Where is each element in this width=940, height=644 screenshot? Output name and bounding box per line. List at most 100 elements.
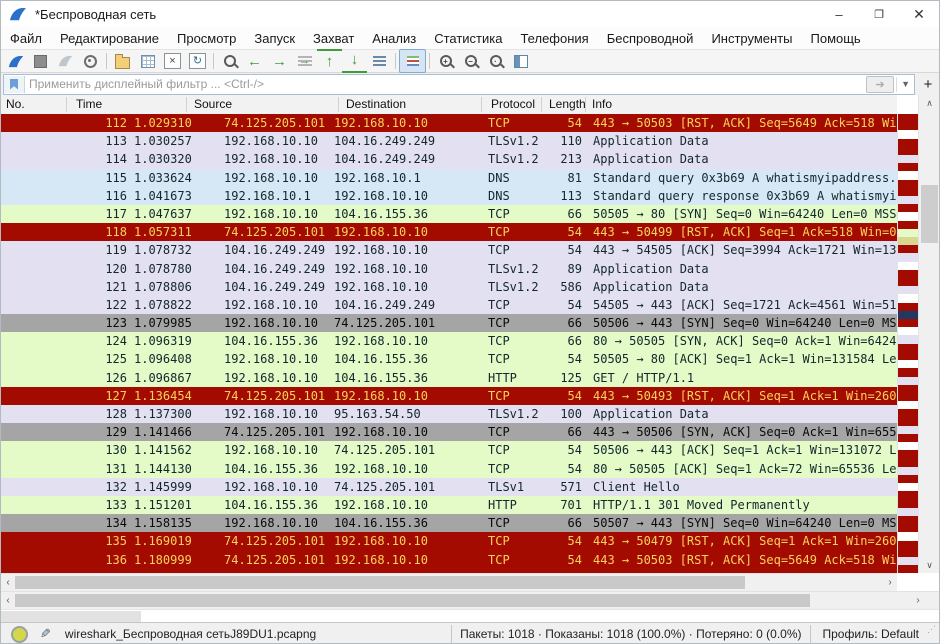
scroll-down-icon[interactable]: ∨ [919,557,940,573]
packet-row-115[interactable]: 1151.033624192.168.10.10192.168.10.1DNS8… [1,169,897,187]
cell-time: 1.141562 [131,441,219,459]
packet-row-135[interactable]: 1351.16901974.125.205.101192.168.10.10TC… [1,532,897,550]
packet-row-114[interactable]: 1141.030320192.168.10.10104.16.249.249TL… [1,150,897,168]
packet-row-125[interactable]: 1251.096408192.168.10.10104.16.155.36TCP… [1,350,897,368]
menu-item-захват[interactable]: Захват [304,29,363,48]
horizontal-scrollbar-lower[interactable]: ‹ › [1,591,939,609]
packet-row-113[interactable]: 1131.030257192.168.10.10104.16.249.249TL… [1,132,897,150]
packet-row-112[interactable]: 1121.02931074.125.205.101192.168.10.10TC… [1,114,897,132]
column-header-length[interactable]: Length [549,97,586,111]
packet-row-128[interactable]: 1281.137300192.168.10.1095.163.54.50TLSv… [1,405,897,423]
zoom-in-icon[interactable]: + [433,50,458,72]
column-header-protocol[interactable]: Protocol [491,97,535,111]
cell-info: Standard query 0x3b69 A whatismyipaddres… [585,169,897,187]
restart-capture-icon[interactable] [53,50,78,72]
column-header-source[interactable]: Source [194,97,232,111]
colorize-packets-icon[interactable] [399,49,426,73]
expert-info-icon[interactable] [11,626,28,643]
minimize-button[interactable]: – [819,1,859,27]
packet-row-131[interactable]: 1311.144130104.16.155.36192.168.10.10TCP… [1,460,897,478]
close-button[interactable]: ✕ [899,1,939,27]
column-separator[interactable] [66,97,67,112]
find-packet-icon[interactable] [217,50,242,72]
column-header-no[interactable]: No. [6,97,25,111]
go-last-packet-icon[interactable]: ↓ [342,49,367,73]
menu-item-статистика[interactable]: Статистика [425,29,511,48]
menu-item-редактирование[interactable]: Редактирование [51,29,168,48]
filter-dropdown-caret-icon[interactable]: ▼ [896,77,914,92]
packet-row-116[interactable]: 1161.041673192.168.10.1192.168.10.10DNS1… [1,187,897,205]
menu-item-файл[interactable]: Файл [1,29,51,48]
packet-row-120[interactable]: 1201.078780104.16.249.249192.168.10.10TL… [1,260,897,278]
column-separator[interactable] [481,97,482,112]
column-header-info[interactable]: Info [592,97,612,111]
go-first-packet-icon[interactable]: ↑ [317,49,342,73]
packet-row-122[interactable]: 1221.078822192.168.10.10104.16.249.249TC… [1,296,897,314]
reload-file-icon[interactable]: ↻ [185,50,210,72]
scroll-up-icon[interactable]: ∧ [919,95,940,111]
resize-grip-icon[interactable]: ⋰ [927,627,937,641]
resize-columns-icon[interactable] [508,50,533,72]
column-separator[interactable] [541,97,542,112]
packet-row-127[interactable]: 1271.13645474.125.205.101192.168.10.10TC… [1,387,897,405]
scroll-left-icon[interactable]: ‹ [1,574,15,591]
menu-item-беспроводной[interactable]: Беспроводной [598,29,703,48]
apply-filter-arrow-icon[interactable]: ➔ [866,76,894,93]
vertical-scrollbar[interactable]: ∧ ∨ [918,95,940,573]
zoom-normal-icon[interactable]: · [483,50,508,72]
menu-item-инструменты[interactable]: Инструменты [702,29,801,48]
packet-row-136[interactable]: 1361.18099974.125.205.101192.168.10.10TC… [1,551,897,569]
packet-row-133[interactable]: 1331.151201104.16.155.36192.168.10.10HTT… [1,496,897,514]
scroll-right-icon[interactable]: › [911,592,925,609]
packet-row-132[interactable]: 1321.145999192.168.10.1074.125.205.101TL… [1,478,897,496]
capture-options-icon[interactable] [78,50,103,72]
stop-capture-icon[interactable] [28,50,53,72]
scroll-right-icon[interactable]: › [883,574,897,591]
column-separator[interactable] [585,97,586,112]
menu-item-телефония[interactable]: Телефония [511,29,597,48]
scroll-left-icon[interactable]: ‹ [1,592,15,609]
minimap-stripe [898,221,918,229]
profile-label[interactable]: Профиль: Default [813,625,928,643]
packet-row-123[interactable]: 1231.079985192.168.10.1074.125.205.101TC… [1,314,897,332]
packet-row-118[interactable]: 1181.05731174.125.205.101192.168.10.10TC… [1,223,897,241]
packet-row-129[interactable]: 1291.14146674.125.205.101192.168.10.10TC… [1,423,897,441]
cell-len: 89 [541,260,585,278]
cell-time: 1.078806 [131,278,219,296]
vertical-scrollbar-thumb[interactable] [921,185,938,243]
go-to-packet-icon[interactable]: → [292,50,317,72]
filter-bookmark-icon[interactable] [4,76,25,93]
open-file-folder-icon[interactable] [110,50,135,72]
column-separator[interactable] [186,97,187,112]
packet-row-126[interactable]: 1261.096867192.168.10.10104.16.155.36HTT… [1,369,897,387]
close-file-icon[interactable]: × [160,50,185,72]
menu-item-анализ[interactable]: Анализ [363,29,425,48]
packet-row-117[interactable]: 1171.047637192.168.10.10104.16.155.36TCP… [1,205,897,223]
start-capture-fin-icon[interactable] [3,50,28,72]
go-forward-icon[interactable]: → [267,50,292,72]
packet-list-header[interactable]: No. Time Source Destination Protocol Length In… [1,95,897,115]
zoom-out-icon[interactable]: − [458,50,483,72]
display-filter-input[interactable] [25,77,866,91]
horizontal-scrollbar-thumb[interactable] [15,594,810,607]
go-back-icon[interactable]: ← [242,50,267,72]
horizontal-scrollbar-list[interactable]: ‹ › [1,573,897,591]
horizontal-scrollbar-thumb[interactable] [15,576,745,589]
column-header-time[interactable]: Time [76,97,102,111]
packet-row-119[interactable]: 1191.078732104.16.249.249192.168.10.10TC… [1,241,897,259]
packet-minimap-scrollbar[interactable] [897,114,918,573]
packet-row-130[interactable]: 1301.141562192.168.10.1074.125.205.101TC… [1,441,897,459]
packet-row-134[interactable]: 1341.158135192.168.10.10104.16.155.36TCP… [1,514,897,532]
packet-row-121[interactable]: 1211.078806104.16.249.249192.168.10.10TL… [1,278,897,296]
capture-comment-pencil-icon[interactable]: ✎ [40,626,51,642]
maximize-button[interactable]: ❐ [859,1,899,27]
menu-item-запуск[interactable]: Запуск [245,29,304,48]
menu-item-просмотр[interactable]: Просмотр [168,29,245,48]
column-header-destination[interactable]: Destination [346,97,406,111]
column-separator[interactable] [338,97,339,112]
auto-scroll-icon[interactable] [367,50,392,72]
save-file-icon[interactable] [135,50,160,72]
add-filter-button[interactable]: + [919,75,937,93]
packet-row-124[interactable]: 1241.096319104.16.155.36192.168.10.10TCP… [1,332,897,350]
menu-item-помощь[interactable]: Помощь [802,29,870,48]
